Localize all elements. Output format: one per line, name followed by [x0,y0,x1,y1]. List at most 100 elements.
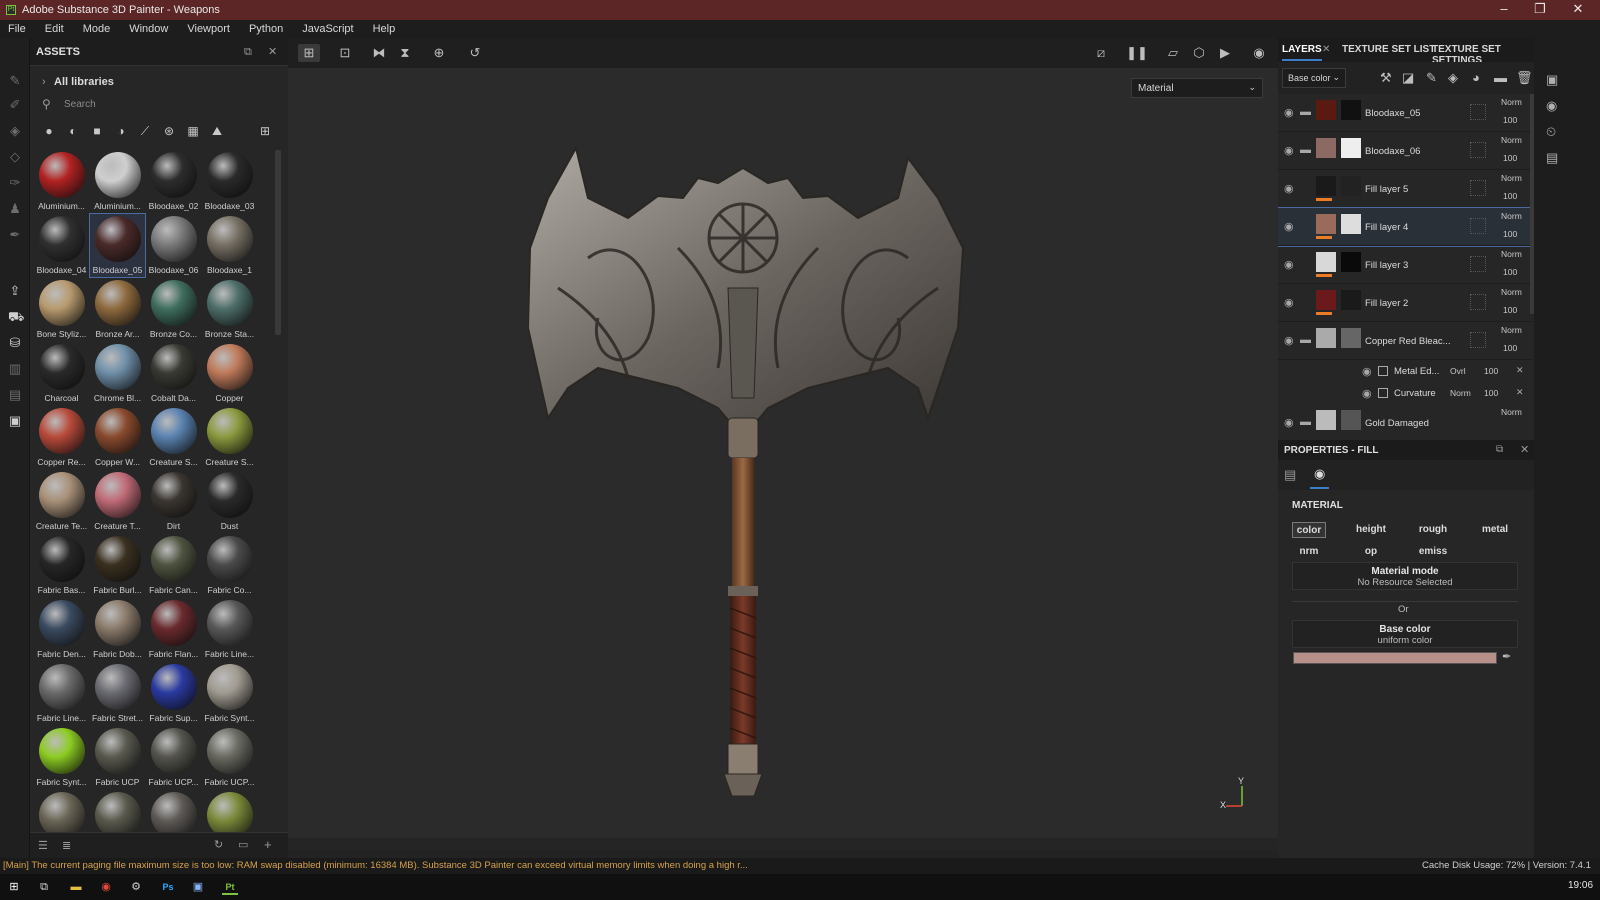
opacity-value[interactable]: 100 [1503,305,1517,315]
opacity-value[interactable]: 100 [1503,343,1517,353]
photoshop-icon[interactable]: Ps [160,879,176,895]
list-options-icon[interactable]: ≣ [62,839,71,852]
asset-tile[interactable]: Bloodaxe_03 [202,150,257,213]
shader-settings-icon[interactable]: ▥ [8,362,22,376]
asset-tile[interactable]: Copper Re... [34,406,89,469]
add-paint-layer-icon[interactable]: ✎ [1426,70,1437,86]
menu-help[interactable]: Help [373,23,396,35]
close-icon[interactable]: ✕ [1322,44,1330,55]
layer-row[interactable]: ◉ ▬ Gold Damaged Norm [1278,404,1532,440]
visibility-eye-icon[interactable]: ◉ [1362,365,1372,378]
blend-mode[interactable]: Norm [1450,388,1471,398]
asset-tile[interactable]: Bronze Ar... [90,278,145,341]
asset-tile[interactable]: Creature Te... [34,470,89,533]
add-fill-layer-icon[interactable]: ◈ [1448,70,1458,86]
layer-name[interactable]: Fill layer 2 [1365,298,1408,309]
visibility-eye-icon[interactable]: ◉ [1284,220,1294,233]
asset-tile[interactable]: Creature T... [90,470,145,533]
pattern-filter-icon[interactable]: ▦ [184,122,202,140]
close-icon[interactable]: ✕ [268,45,277,58]
channel-op-button[interactable]: op [1354,544,1388,560]
add-mask-icon[interactable]: ◪ [1402,70,1414,86]
layer-name[interactable]: Bloodaxe_05 [1365,108,1420,119]
channel-height-button[interactable]: height [1354,522,1388,538]
effect-checkbox[interactable] [1378,366,1388,376]
asset-tile[interactable]: Bloodaxe_06 [146,214,201,277]
chevron-right-icon[interactable]: › [42,76,46,88]
opacity-value[interactable]: 100 [1503,153,1517,163]
channel-nrm-button[interactable]: nrm [1292,544,1326,560]
undock-icon[interactable]: ⧉ [244,46,252,59]
asset-tile[interactable]: Charcoal [34,342,89,405]
asset-tile[interactable]: Fabric UCP... [146,726,201,789]
opacity-value[interactable]: 100 [1503,115,1517,125]
minimize-button[interactable]: – [1486,0,1522,20]
menu-edit[interactable]: Edit [45,23,64,35]
layer-name[interactable]: Fill layer 5 [1365,184,1408,195]
brush-filter-icon[interactable]: ⟋ [136,122,154,140]
effect-row[interactable]: ◉ Curvature Norm 100 ✕ [1278,382,1532,404]
display-icon[interactable]: ▣ [1546,72,1558,88]
layer-row[interactable]: ◉ Fill layer 3 Norm 100 [1278,246,1532,284]
smart-material-filter-icon[interactable]: ◐ [64,122,82,140]
environment-filter-icon[interactable]: ⛰ [208,122,226,140]
polygon-fill-icon[interactable]: ◇ [8,150,22,164]
add-smart-material-icon[interactable]: ◕ [1472,70,1480,85]
layer-mask-slot[interactable] [1470,180,1486,196]
asset-tile[interactable]: Bloodaxe_04 [34,214,89,277]
eyedropper-icon[interactable]: ✒ [1502,650,1511,663]
layer-row[interactable]: ◉ ▬ Bloodaxe_06 Norm 100 [1278,132,1532,170]
asset-tile[interactable]: Aluminium... [90,150,145,213]
blend-mode[interactable]: Ovrl [1450,366,1466,376]
asset-tile[interactable]: Fabric UCP... [202,726,257,789]
effect-row[interactable]: ◉ Metal Ed... Ovrl 100 ✕ [1278,360,1532,382]
layer-name[interactable]: Fill layer 4 [1365,222,1408,233]
remove-effect-icon[interactable]: ✕ [1516,365,1524,376]
asset-tile[interactable]: Bloodaxe_05 [89,213,146,278]
texture-filter-icon[interactable]: ⊛ [160,122,178,140]
layer-row[interactable]: ◉ Fill layer 4 Norm 100 [1278,207,1533,247]
history-icon[interactable]: ⏲ [1546,124,1556,140]
opacity-value[interactable]: 100 [1484,366,1498,376]
menu-viewport[interactable]: Viewport [187,23,230,35]
symmetry-icon[interactable]: ⊞ [298,44,320,62]
asset-tile[interactable]: Bloodaxe_02 [146,150,201,213]
search-input[interactable]: Search [64,99,96,110]
assets-scrollbar[interactable] [275,150,281,335]
asset-tile[interactable]: Bronze Sta... [202,278,257,341]
layer-name[interactable]: Gold Damaged [1365,418,1429,429]
3d-view-icon[interactable]: ⬡ [1188,44,1210,62]
fill-settings-icon[interactable]: ▤ [1284,467,1296,483]
screenshot-icon[interactable]: ◉ [1248,44,1270,62]
refresh-icon[interactable]: ↻ [214,838,223,851]
asset-tile[interactable]: Fabric Can... [146,534,201,597]
viewport[interactable]: ⊞ ⊡ ⧓ ⧗ ⊕ ↺ ⧄ ❚❚ ▱ ⬡ ▶ ◉ Material ⌄ Y X [288,38,1278,850]
mirror-x-icon[interactable]: ⧓ [368,44,390,62]
channel-emiss-button[interactable]: emiss [1416,544,1450,560]
generator-filter-icon[interactable]: ◑ [112,122,130,140]
restore-button[interactable]: ❐ [1522,0,1558,20]
breadcrumb[interactable]: All libraries [54,76,114,88]
layer-mask-slot[interactable] [1470,104,1486,120]
asset-tile[interactable]: Fabric Burl... [90,534,145,597]
channel-rough-button[interactable]: rough [1416,522,1450,538]
channel-select[interactable]: Base color ⌄ [1282,68,1346,88]
asset-tile[interactable]: Aluminium... [34,150,89,213]
menu-javascript[interactable]: JavaScript [302,23,353,35]
asset-tile[interactable]: Fabric Line... [34,662,89,725]
visibility-eye-icon[interactable]: ◉ [1284,144,1294,157]
asset-tile[interactable]: Dust [202,470,257,533]
visibility-eye-icon[interactable]: ◉ [1284,182,1294,195]
smudge-icon[interactable]: ✑ [8,176,22,190]
asset-tile[interactable]: Copper [202,342,257,405]
task-view-icon[interactable]: ⧉ [36,879,52,895]
camera-icon[interactable]: ▶ [1214,44,1236,62]
mask-filter-icon[interactable]: ■ [88,122,106,140]
assets-icon[interactable]: ▣ [8,414,22,428]
mirror-y-icon[interactable]: ⧗ [394,44,416,62]
add-effect-icon[interactable]: ⚒ [1380,70,1392,86]
visibility-eye-icon[interactable]: ◉ [1284,106,1294,119]
menu-python[interactable]: Python [249,23,283,35]
chrome-icon[interactable]: ◉ [98,879,114,895]
layer-name[interactable]: Copper Red Bleac... [1365,336,1451,347]
